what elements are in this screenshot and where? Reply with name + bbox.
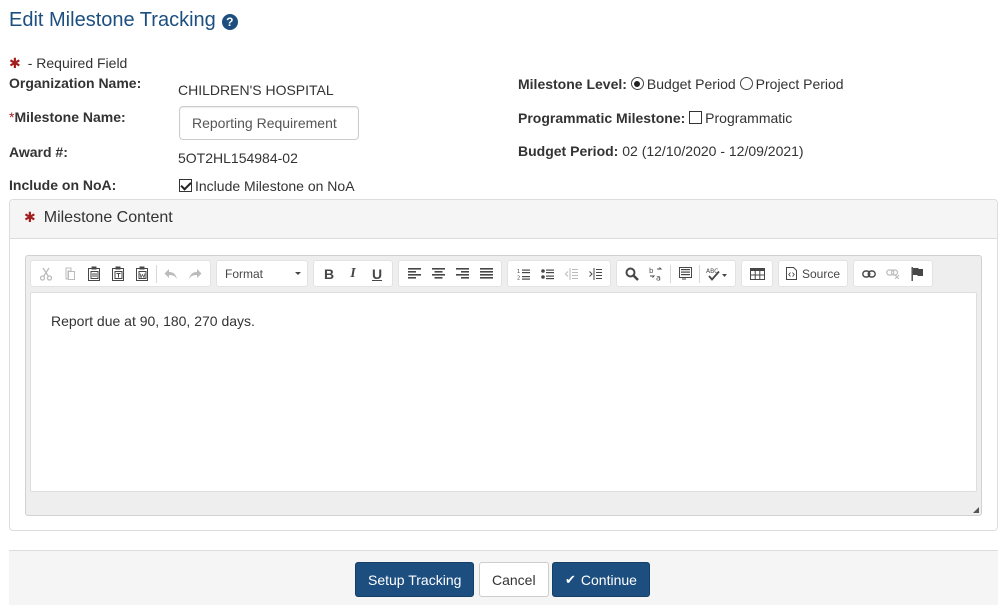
replace-icon[interactable]: ba: [644, 263, 668, 285]
alignment-group: [398, 260, 502, 287]
include-noa-checkbox[interactable]: [179, 179, 192, 192]
form-footer: Setup Tracking Cancel ✔ Continue: [9, 550, 998, 605]
copy-icon[interactable]: [58, 263, 82, 285]
numbered-list-icon[interactable]: 12: [511, 263, 535, 285]
svg-text:b: b: [649, 267, 654, 275]
align-right-icon[interactable]: [450, 263, 474, 285]
basic-styles-group: B I U: [313, 260, 393, 287]
table-icon[interactable]: [745, 263, 769, 285]
page-title: Edit Milestone Tracking ?: [9, 9, 238, 32]
required-asterisk-icon: ✱: [24, 209, 36, 225]
toolbar-separator: [156, 264, 157, 283]
italic-icon[interactable]: I: [341, 263, 365, 285]
redo-icon[interactable]: [183, 263, 207, 285]
align-center-icon[interactable]: [426, 263, 450, 285]
svg-text:2: 2: [517, 275, 520, 280]
source-button-label: Source: [802, 266, 841, 281]
toolbar-separator: [699, 264, 700, 283]
undo-icon[interactable]: [159, 263, 183, 285]
question-circle-icon[interactable]: ?: [221, 14, 238, 30]
bold-icon[interactable]: B: [317, 263, 341, 285]
editor-toolbar: Format B I U 1 2 b a ABC Source: [30, 260, 934, 288]
include-noa-option-label[interactable]: Include Milestone on NoA: [195, 178, 355, 194]
budget-period-field: Budget Period: 02 (12/10/2020 - 12/09/20…: [518, 143, 804, 159]
rich-text-editor: Format B I U 1 2 b a ABC Source Report d…: [25, 255, 982, 516]
milestone-content-panel: ✱ Milestone Content Format B I U 1 2 b a…: [9, 199, 998, 531]
project-period-radio-label[interactable]: Project Period: [756, 76, 844, 92]
clipboard-group: [30, 260, 211, 287]
required-field-note: ✱ - Required Field: [9, 55, 127, 72]
paste-word-icon[interactable]: [130, 263, 154, 285]
spellcheck-icon[interactable]: ABC: [702, 263, 732, 285]
continue-button-label: Continue: [580, 571, 637, 588]
milestone-level-label: Milestone Level:: [518, 76, 627, 92]
budget-period-label: Budget Period:: [518, 143, 619, 159]
svg-text:a: a: [656, 273, 661, 281]
panel-heading-text: Milestone Content: [43, 209, 173, 226]
programmatic-label: Programmatic Milestone:: [518, 110, 686, 126]
page-title-text: Edit Milestone Tracking: [9, 9, 216, 31]
link-icon[interactable]: [857, 263, 881, 285]
format-group: Format: [216, 260, 308, 287]
award-value: 5OT2HL154984-02: [178, 150, 298, 166]
outdent-icon[interactable]: [559, 263, 583, 285]
panel-heading: ✱ Milestone Content: [10, 200, 997, 239]
editor-content-area[interactable]: Report due at 90, 180, 270 days.: [30, 292, 977, 492]
milestone-name-input[interactable]: [179, 106, 359, 140]
justify-icon[interactable]: [474, 263, 498, 285]
editing-group: ba ABC: [616, 260, 736, 287]
organization-value: CHILDREN'S HOSPITAL: [178, 82, 334, 98]
milestone-name-label: *Milestone Name:: [9, 109, 126, 125]
insert-group: [741, 260, 773, 287]
milestone-name-label-text: Milestone Name:: [14, 109, 126, 125]
align-left-icon[interactable]: [402, 263, 426, 285]
chevron-down-icon: [295, 272, 301, 275]
unlink-icon[interactable]: [881, 263, 905, 285]
continue-button[interactable]: ✔ Continue: [552, 562, 650, 597]
budget-period-value: 02 (12/10/2020 - 12/09/2021): [622, 143, 804, 159]
budget-period-radio-label[interactable]: Budget Period: [647, 76, 736, 92]
required-note-text: - Required Field: [27, 55, 128, 71]
cut-icon[interactable]: [34, 263, 58, 285]
paste-icon[interactable]: [82, 263, 106, 285]
editor-body-text: Report due at 90, 180, 270 days.: [51, 313, 255, 329]
list-group: 12: [507, 260, 611, 287]
underline-icon[interactable]: U: [365, 263, 389, 285]
svg-text:1: 1: [517, 269, 520, 275]
programmatic-checkbox[interactable]: [689, 111, 703, 124]
toolbar-separator: [670, 264, 671, 283]
source-button[interactable]: Source: [782, 263, 844, 285]
organization-label: Organization Name:: [9, 75, 142, 91]
anchor-flag-icon[interactable]: [905, 263, 929, 285]
format-dropdown-label: Format: [225, 266, 264, 281]
required-asterisk-icon: ✱: [9, 55, 21, 71]
source-icon: [786, 267, 797, 280]
links-group: [853, 260, 934, 287]
programmatic-field: Programmatic Milestone: Programmatic: [518, 110, 792, 126]
project-period-radio[interactable]: [739, 77, 753, 90]
format-dropdown[interactable]: Format: [217, 261, 307, 286]
milestone-level-field: Milestone Level: Budget Period Project Per…: [518, 76, 844, 92]
document-group: Source: [778, 260, 849, 287]
bulleted-list-icon[interactable]: [535, 263, 559, 285]
select-all-icon[interactable]: [673, 263, 697, 285]
include-noa-label: Include on NoA:: [9, 177, 117, 193]
programmatic-option-label[interactable]: Programmatic: [705, 110, 792, 126]
setup-tracking-button[interactable]: Setup Tracking: [355, 562, 475, 597]
include-noa-field: Include Milestone on NoA: [179, 178, 355, 194]
check-icon: ✔: [565, 571, 576, 587]
award-label: Award #:: [9, 144, 68, 160]
budget-period-radio[interactable]: [630, 77, 644, 90]
paste-text-icon[interactable]: [106, 263, 130, 285]
resize-handle[interactable]: [973, 507, 979, 513]
indent-icon[interactable]: [583, 263, 607, 285]
cancel-button[interactable]: Cancel: [479, 562, 549, 597]
find-icon[interactable]: [620, 263, 644, 285]
